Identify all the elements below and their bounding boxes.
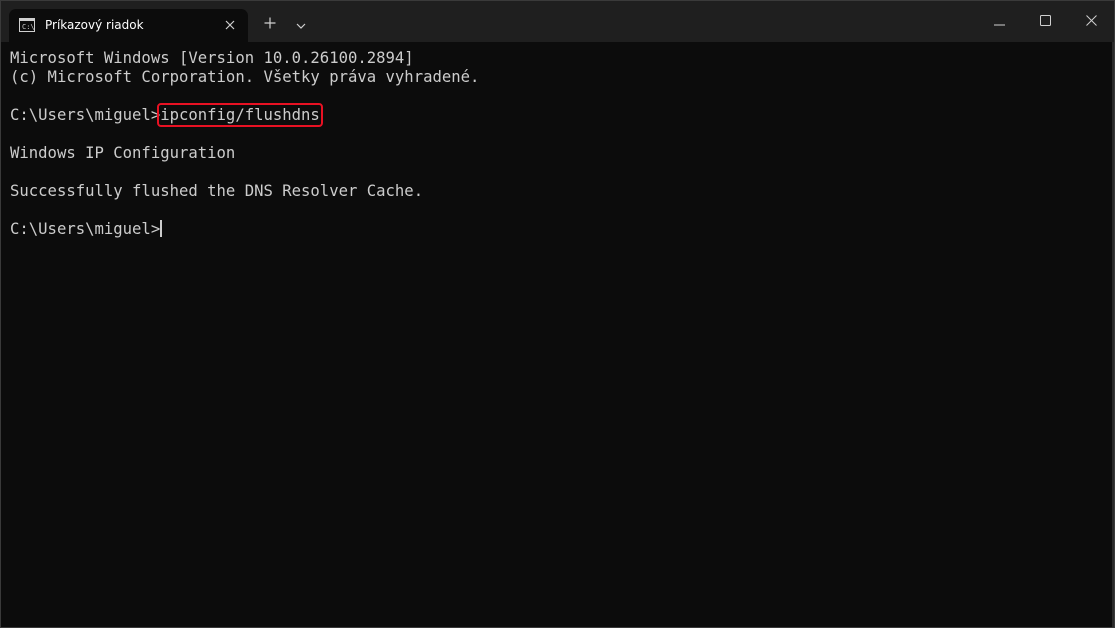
prompt-line: C:\Users\miguel> bbox=[10, 220, 1114, 239]
highlighted-command: ipconfig/flushdns bbox=[157, 103, 323, 127]
new-tab-button[interactable] bbox=[260, 15, 280, 35]
output-line: Windows IP Configuration bbox=[10, 144, 236, 162]
scrollbar[interactable] bbox=[1112, 42, 1114, 627]
prompt: C:\Users\miguel> bbox=[10, 220, 161, 238]
terminal-icon: C:\ bbox=[19, 18, 35, 32]
terminal-output[interactable]: Microsoft Windows [Version 10.0.26100.28… bbox=[1, 42, 1114, 627]
command-line: C:\Users\miguel>ipconfig/flushdns bbox=[10, 103, 1114, 127]
output-line: Microsoft Windows [Version 10.0.26100.28… bbox=[10, 49, 414, 67]
tab-command-prompt[interactable]: C:\ Príkazový riadok bbox=[9, 9, 248, 42]
terminal-window: C:\ Príkazový riadok Microsoft Windows [… bbox=[0, 0, 1115, 628]
chevron-down-icon bbox=[296, 16, 306, 34]
text-cursor bbox=[160, 220, 163, 237]
prompt: C:\Users\miguel> bbox=[10, 106, 161, 124]
tab-title: Príkazový riadok bbox=[45, 18, 144, 32]
minimize-icon bbox=[993, 13, 1005, 31]
maximize-button[interactable] bbox=[1022, 1, 1068, 42]
title-bar[interactable]: C:\ Príkazový riadok bbox=[1, 1, 1114, 42]
svg-text:C:\: C:\ bbox=[22, 23, 35, 31]
tab-dropdown-button[interactable] bbox=[291, 15, 311, 35]
output-line: Successfully flushed the DNS Resolver Ca… bbox=[10, 182, 424, 200]
close-button[interactable] bbox=[1068, 1, 1114, 42]
plus-icon bbox=[264, 16, 276, 34]
close-icon[interactable] bbox=[222, 17, 238, 33]
output-line: (c) Microsoft Corporation. Všetky práva … bbox=[10, 68, 480, 86]
close-icon bbox=[1085, 13, 1097, 31]
maximize-icon bbox=[1039, 13, 1051, 31]
minimize-button[interactable] bbox=[976, 1, 1022, 42]
